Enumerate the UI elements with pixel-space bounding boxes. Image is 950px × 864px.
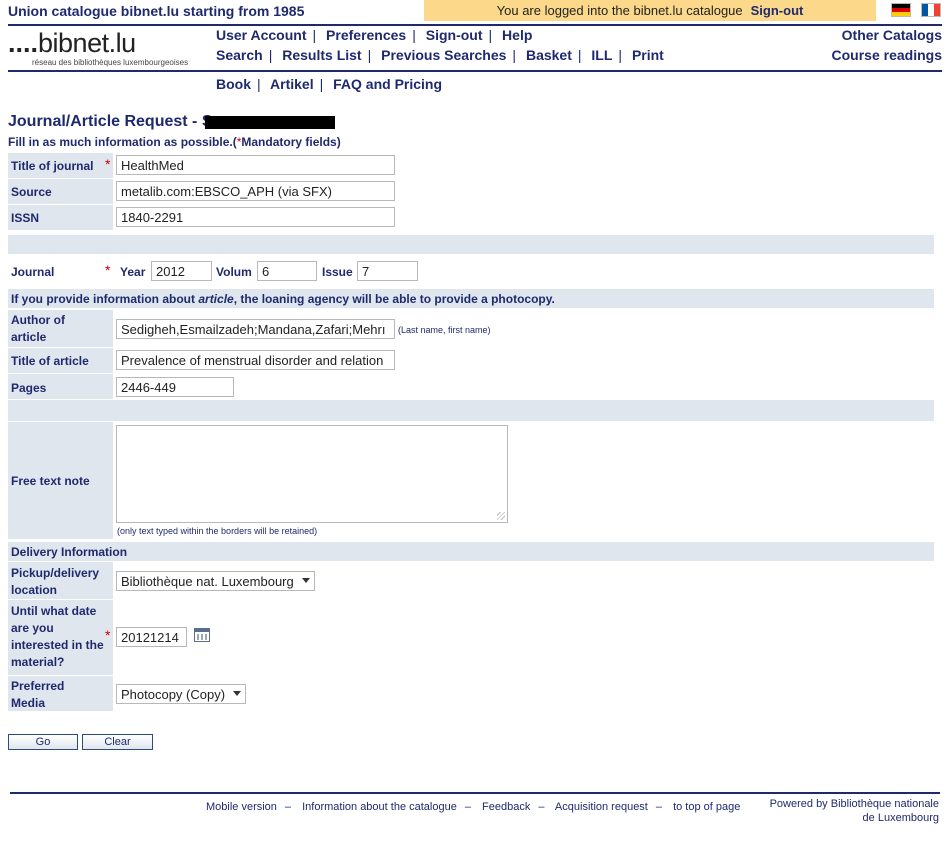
label-author: Author of article [11,313,65,344]
article-notice: If you provide information about article… [11,292,555,306]
nav-row-2: Search | Results List | Previous Searches |… [216,47,664,63]
footer-links: Mobile version – Information about the ca… [206,801,741,813]
article-title-input[interactable]: Prevalence of menstrual disorder and rel… [116,350,395,370]
row-media: Preferred Media Photocopy (Copy) [8,675,934,711]
nav-user-account[interactable]: User Account [216,27,307,43]
logo-tagline: réseau des bibliothèques luxembourgeoise… [32,58,189,67]
nav-course-readings[interactable]: Course readings [832,47,942,63]
required-mark: * [105,627,111,643]
calendar-icon[interactable] [194,628,210,642]
preferred-media-select[interactable]: Photocopy (Copy) [116,684,247,704]
footer-top-of-page[interactable]: to top of page [673,801,740,813]
label-volume: Volum [216,265,252,279]
nav-book[interactable]: Book [216,76,251,92]
row-article-notice: If you provide information about article… [8,288,934,308]
resize-grip-icon[interactable] [497,512,505,520]
label-title-of-journal: Title of journal [11,159,94,173]
row-spacer-1 [8,234,934,254]
nav-search[interactable]: Search [216,47,263,63]
free-text-hint: (only text typed within the borders will… [117,526,318,536]
author-hint: (Last name, first name) [398,325,491,335]
powered-by-line-2: de Luxembourg [862,812,939,824]
login-bar-signout-link[interactable]: Sign-out [751,3,804,18]
label-issn: ISSN [11,211,40,225]
logo-name: bibnet.lu [38,28,136,58]
label-pages: Pages [11,381,47,395]
footer-catalogue-info[interactable]: Information about the catalogue [302,801,457,813]
footer-divider [10,792,940,794]
chevron-down-icon [301,578,310,583]
required-mark: * [105,156,111,172]
german-flag-icon[interactable] [891,3,911,17]
source-input[interactable]: metalib.com:EBSCO_APH (via SFX) [116,181,395,201]
row-article-title: Title of article Prevalence of menstrual… [8,347,934,373]
label-source: Source [11,185,52,199]
go-button[interactable]: Go [8,734,78,750]
nav-print[interactable]: Print [632,47,664,63]
title-of-journal-input[interactable]: HealthMed [116,155,395,175]
form-instructions: Fill in as much information as possible.… [8,135,341,149]
nav-divider [8,70,942,72]
chevron-down-icon [233,691,242,696]
label-journal: Journal [11,265,55,279]
redacted-block [205,116,335,129]
label-free-text: Free text note [11,474,90,488]
issn-input[interactable]: 1840-2291 [116,207,395,227]
label-pickup: Pickup/delivery location [11,566,100,597]
row-delivery-header: Delivery Information [8,541,934,561]
nav-preferences[interactable]: Preferences [326,27,406,43]
french-flag-icon[interactable] [921,3,941,17]
free-text-textarea[interactable] [116,425,508,523]
label-media: Preferred Media [11,679,65,710]
label-year: Year [120,265,146,279]
pages-input[interactable]: 2446-449 [116,377,234,397]
pickup-location-select[interactable]: Bibliothèque nat. Luxembourg [116,571,315,591]
footer-acquisition-request[interactable]: Acquisition request [555,801,648,813]
author-input[interactable]: Sedigheh,Esmailzadeh;Mandana,Zafari;Mehr… [116,319,395,339]
nav-ill[interactable]: ILL [591,47,612,63]
login-status-text: You are logged into the bibnet.lu catalo… [496,3,743,18]
footer-feedback[interactable]: Feedback [482,801,530,813]
row-pages: Pages 2446-449 [8,373,934,399]
powered-by: Powered by Bibliothèque nationale de Lux… [770,797,939,825]
clear-button[interactable]: Clear [82,734,153,750]
label-article-title: Title of article [11,354,89,368]
powered-by-line-1: Powered by Bibliothèque nationale [769,798,939,810]
until-date-input[interactable]: 20121214 [116,627,187,647]
nav-results-list[interactable]: Results List [282,47,361,63]
nav-basket[interactable]: Basket [526,47,572,63]
nav-previous-searches[interactable]: Previous Searches [381,47,506,63]
row-source: Source metalib.com:EBSCO_APH (via SFX) [8,178,934,204]
row-title-of-journal: Title of journal * HealthMed [8,152,934,178]
row-author: Author of article Sedigheh,Esmailzadeh;M… [8,309,934,347]
row-spacer-2 [8,399,934,421]
required-mark: * [105,262,111,278]
nav-sign-out[interactable]: Sign-out [426,27,483,43]
page-title: Journal/Article Request - S [8,113,213,130]
row-pickup: Pickup/delivery location Bibliothèque na… [8,561,934,599]
label-until-date: Until what date are you interested in th… [11,604,104,669]
nav-help[interactable]: Help [502,27,532,43]
row-journal: Journal * Year 2012 Volum 6 Issue 7 [8,256,934,286]
row-issn: ISSN 1840-2291 [8,204,934,230]
logo-dots: .... [8,28,39,58]
label-issue: Issue [322,265,353,279]
nav-row-3: Book | Artikel | FAQ and Pricing [216,76,443,92]
nav-faq-pricing[interactable]: FAQ and Pricing [333,76,442,92]
year-input[interactable]: 2012 [151,261,212,281]
row-until-date: Until what date are you interested in th… [8,599,934,675]
nav-other-catalogs[interactable]: Other Catalogs [842,27,942,43]
header-divider [8,24,942,26]
issue-input[interactable]: 7 [357,261,418,281]
login-status-bar: You are logged into the bibnet.lu catalo… [424,0,876,21]
bibnet-logo[interactable]: ....bibnet.lu réseau des bibliothèques l… [8,28,208,68]
site-title: Union catalogue bibnet.lu starting from … [8,3,305,19]
volume-input[interactable]: 6 [257,261,317,281]
nav-row-1: User Account | Preferences | Sign-out | Hel… [216,27,533,43]
nav-artikel[interactable]: Artikel [270,76,314,92]
row-free-text: Free text note (only text typed within t… [8,421,934,539]
delivery-header: Delivery Information [11,545,128,559]
footer-mobile-version[interactable]: Mobile version [206,801,277,813]
